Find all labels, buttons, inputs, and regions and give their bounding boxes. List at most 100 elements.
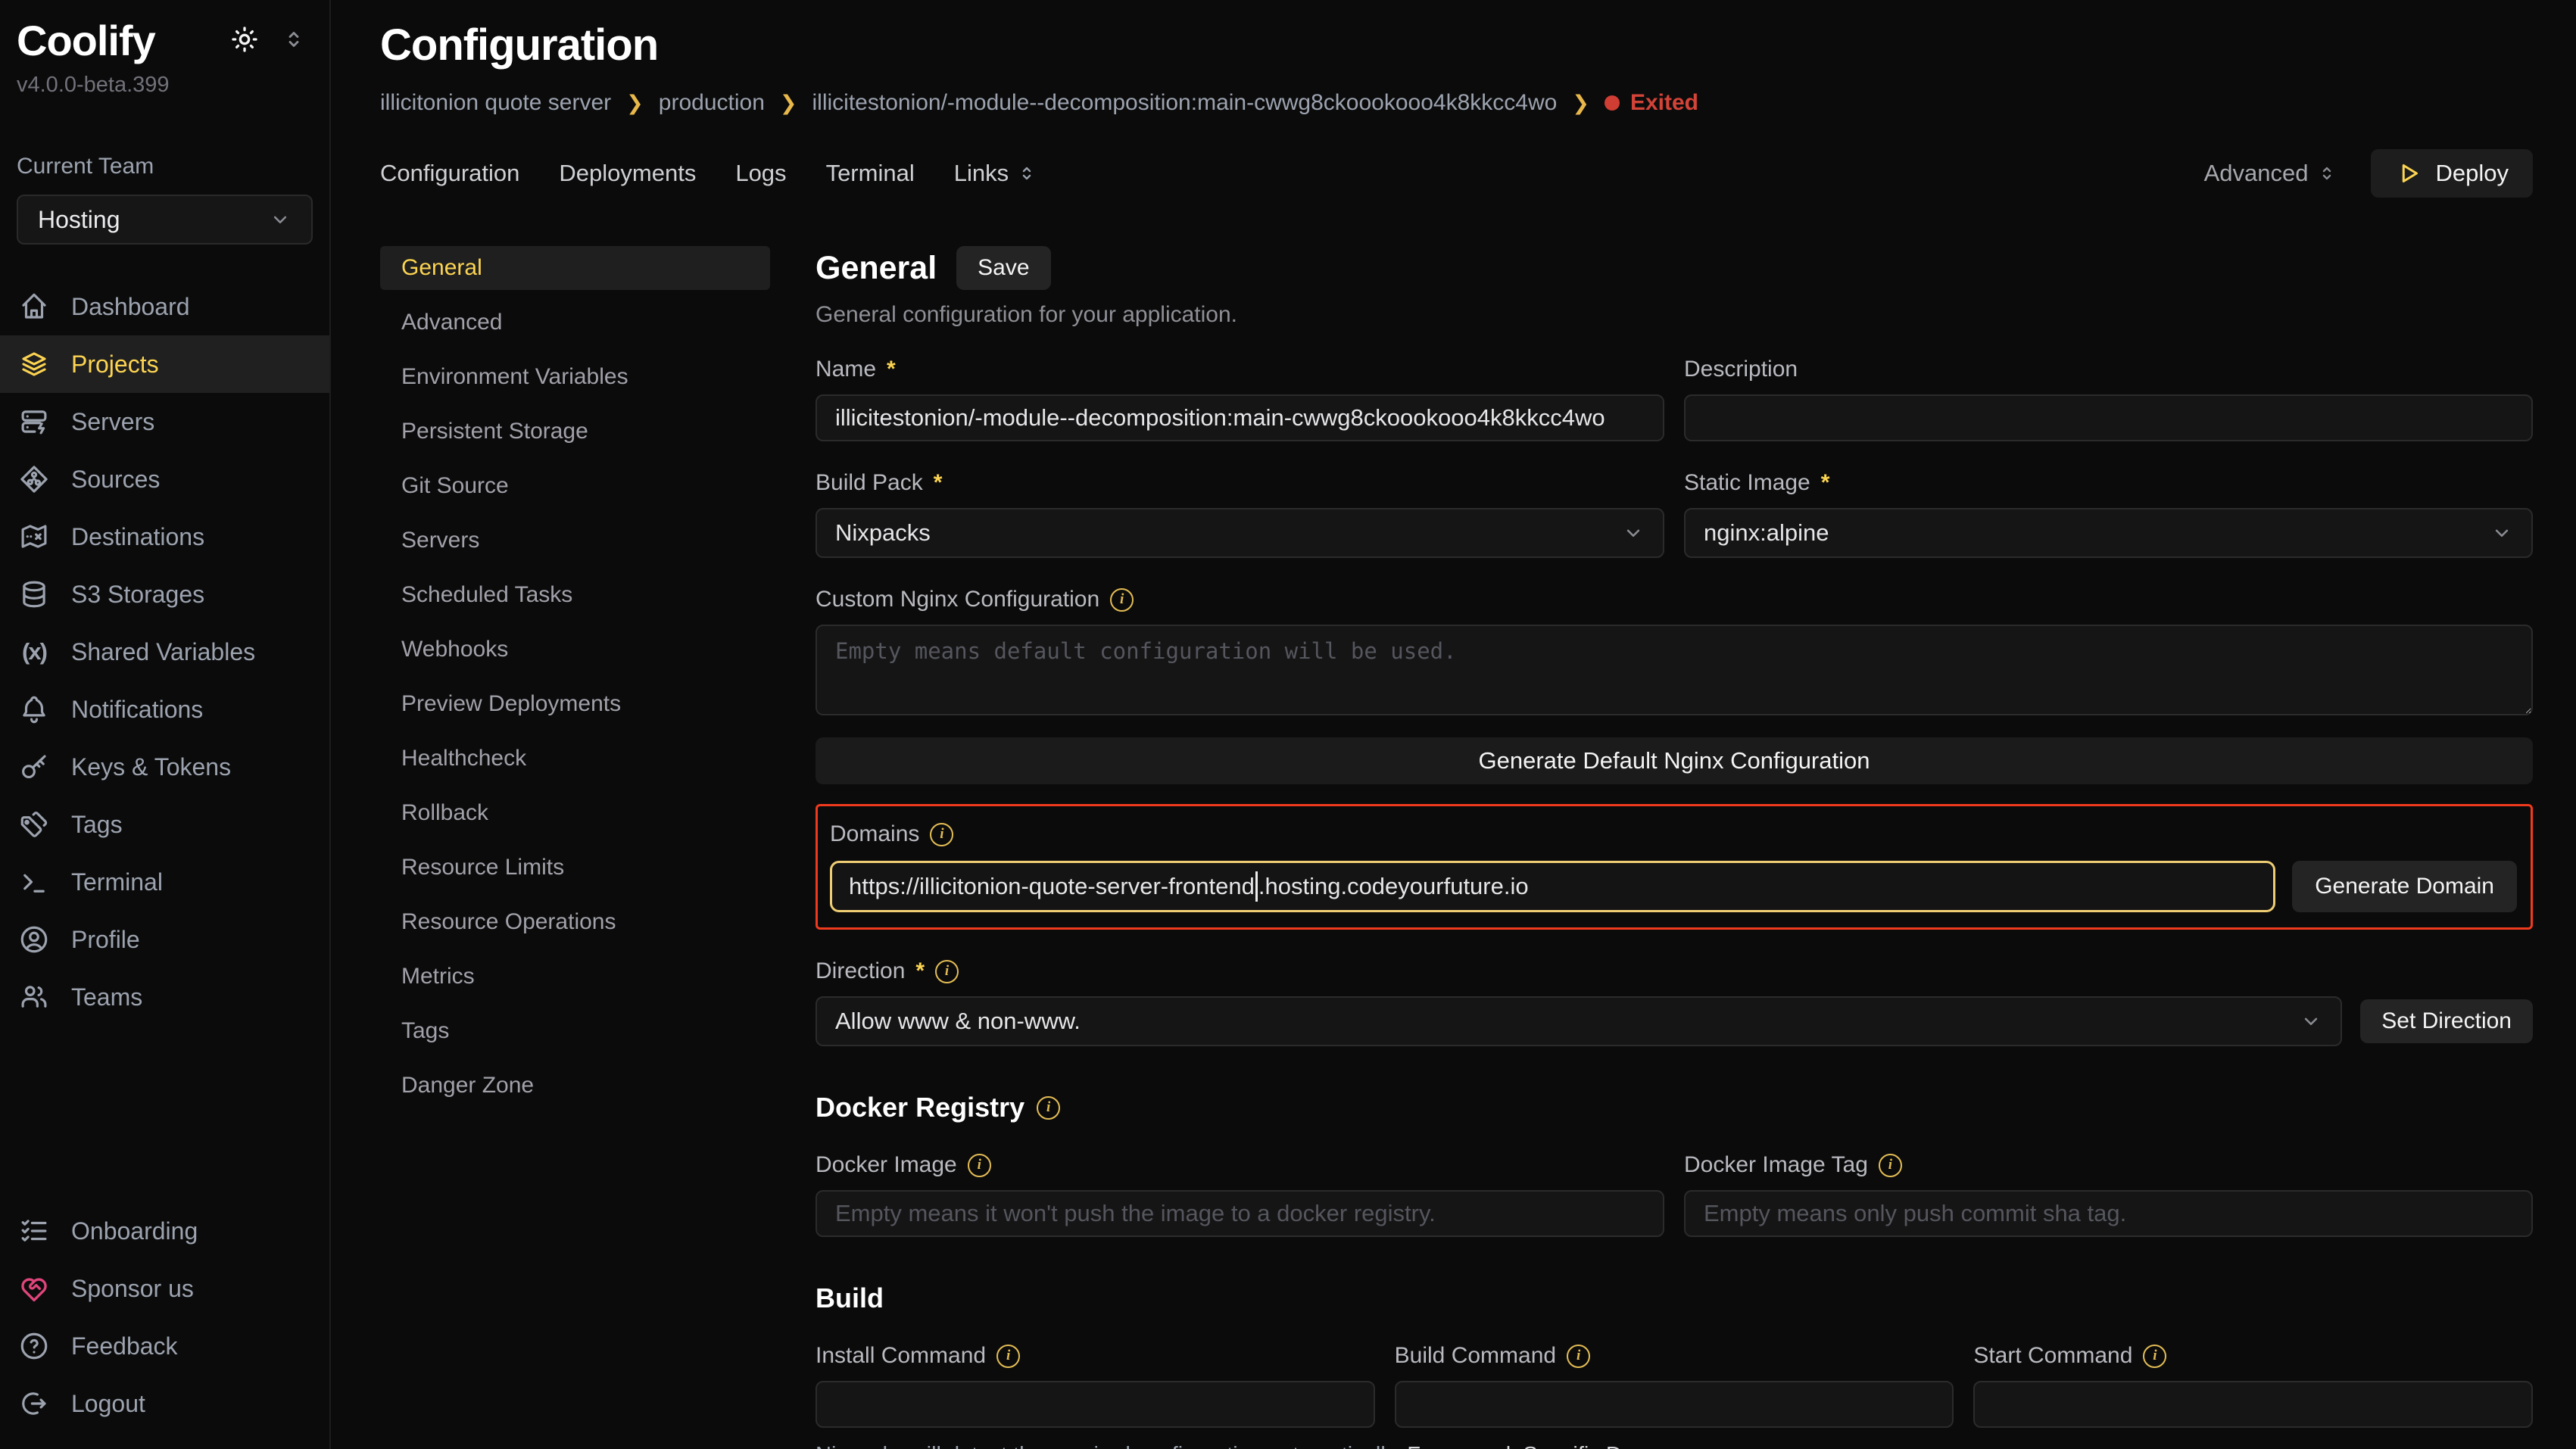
submenu-persistent-storage[interactable]: Persistent Storage [380, 410, 770, 453]
sidebar-item-feedback[interactable]: Feedback [0, 1317, 329, 1375]
chevron-right-icon: ❯ [780, 92, 797, 115]
sidebar-item-dashboard[interactable]: Dashboard [0, 278, 329, 335]
submenu-resource-operations[interactable]: Resource Operations [380, 900, 770, 944]
breadcrumb-environment[interactable]: production [659, 90, 765, 116]
home-icon [18, 291, 50, 323]
tab-deployments[interactable]: Deployments [559, 160, 696, 187]
domains-input[interactable]: https://illicitonion-quote-server-fronte… [830, 861, 2275, 912]
sidebar-item-sources[interactable]: Sources [0, 450, 329, 508]
submenu-webhooks[interactable]: Webhooks [380, 628, 770, 672]
sidebar-item-notifications[interactable]: Notifications [0, 681, 329, 738]
sidebar-item-keys-tokens[interactable]: Keys & Tokens [0, 738, 329, 796]
main-area: Configuration illicitonion quote server … [332, 0, 2576, 1449]
build-pack-select[interactable]: Nixpacks [816, 508, 1664, 558]
info-icon[interactable]: i [1567, 1345, 1590, 1368]
sidebar-item-profile[interactable]: Profile [0, 911, 329, 968]
theme-sun-icon[interactable] [229, 24, 260, 55]
domains-value-pre-caret: https://illicitonion-quote-server-fronte… [849, 873, 1255, 900]
current-team-label: Current Team [17, 154, 329, 179]
framework-docs-link[interactable]: Framework Specific Docs [1407, 1443, 1656, 1449]
checklist-icon [18, 1215, 50, 1247]
sidebar-item-logout[interactable]: Logout [0, 1375, 329, 1432]
direction-row: Allow www & non-www. Set Direction [816, 996, 2533, 1046]
sidebar-item-onboarding[interactable]: Onboarding [0, 1202, 329, 1260]
sidebar-item-sponsor-us[interactable]: Sponsor us [0, 1260, 329, 1317]
info-icon[interactable]: i [996, 1345, 1020, 1368]
install-command-field-group: Install Command i [816, 1314, 1375, 1428]
toolbar: Advanced Deploy [2204, 149, 2533, 198]
deploy-label: Deploy [2436, 160, 2509, 187]
name-input[interactable] [816, 394, 1664, 441]
tab-logs[interactable]: Logs [735, 160, 786, 187]
submenu-git-source[interactable]: Git Source [380, 464, 770, 508]
sidebar-item-shared-variables[interactable]: (x) Shared Variables [0, 623, 329, 681]
breadcrumb-project[interactable]: illicitonion quote server [380, 90, 611, 116]
info-icon[interactable]: i [930, 823, 953, 846]
direction-select[interactable]: Allow www & non-www. [816, 996, 2342, 1046]
chevron-down-icon [2300, 1010, 2322, 1033]
chevron-updown-icon [1016, 163, 1037, 184]
submenu-environment-variables[interactable]: Environment Variables [380, 355, 770, 399]
submenu-healthcheck[interactable]: Healthcheck [380, 737, 770, 781]
sidebar-item-terminal[interactable]: Terminal [0, 853, 329, 911]
tab-links[interactable]: Links [954, 160, 1037, 187]
advanced-menu[interactable]: Advanced [2204, 160, 2337, 187]
sidebar-item-tags[interactable]: Tags [0, 796, 329, 853]
static-image-select[interactable]: nginx:alpine [1684, 508, 2533, 558]
info-icon[interactable]: i [968, 1154, 991, 1177]
submenu-metrics[interactable]: Metrics [380, 955, 770, 999]
submenu-danger-zone[interactable]: Danger Zone [380, 1064, 770, 1108]
sidebar-item-label: S3 Storages [71, 581, 204, 609]
sidebar-item-destinations[interactable]: Destinations [0, 508, 329, 566]
sidebar-item-projects[interactable]: Projects [0, 335, 329, 393]
user-circle-icon [18, 924, 50, 955]
build-command-field-group: Build Command i [1395, 1314, 1954, 1428]
submenu-preview-deployments[interactable]: Preview Deployments [380, 682, 770, 726]
generate-nginx-button[interactable]: Generate Default Nginx Configuration [816, 737, 2533, 784]
install-command-input[interactable] [816, 1381, 1375, 1428]
submenu-rollback[interactable]: Rollback [380, 791, 770, 835]
info-icon[interactable]: i [2143, 1345, 2166, 1368]
nginx-config-textarea[interactable] [816, 625, 2533, 715]
chevron-down-icon [269, 208, 292, 231]
docker-image-tag-input[interactable] [1684, 1190, 2533, 1237]
text-caret [1255, 871, 1258, 902]
theme-selector-updown-icon[interactable] [281, 26, 307, 52]
save-button[interactable]: Save [956, 246, 1050, 290]
deploy-button[interactable]: Deploy [2371, 149, 2534, 198]
page-title: Configuration [380, 20, 2533, 70]
generate-domain-button[interactable]: Generate Domain [2292, 861, 2517, 912]
build-command-input[interactable] [1395, 1381, 1954, 1428]
docker-image-input[interactable] [816, 1190, 1664, 1237]
info-icon[interactable]: i [1879, 1154, 1902, 1177]
description-input[interactable] [1684, 394, 2533, 441]
submenu-advanced[interactable]: Advanced [380, 301, 770, 344]
general-heading: General [816, 250, 937, 287]
sidebar-item-teams[interactable]: Teams [0, 968, 329, 1026]
chevron-updown-icon [2316, 163, 2337, 184]
database-icon [18, 578, 50, 610]
sidebar-item-s3-storages[interactable]: S3 Storages [0, 566, 329, 623]
submenu-servers[interactable]: Servers [380, 519, 770, 562]
domains-value-post-caret: .hosting.codeyourfuture.io [1258, 873, 1529, 900]
info-icon[interactable]: i [1110, 588, 1134, 612]
info-icon[interactable]: i [1037, 1096, 1060, 1120]
set-direction-button[interactable]: Set Direction [2360, 999, 2533, 1043]
terminal-icon [18, 866, 50, 898]
team-select[interactable]: Hosting [17, 195, 313, 245]
submenu-scheduled-tasks[interactable]: Scheduled Tasks [380, 573, 770, 617]
submenu-tags[interactable]: Tags [380, 1009, 770, 1053]
submenu-resource-limits[interactable]: Resource Limits [380, 846, 770, 890]
team-select-value: Hosting [38, 206, 120, 234]
submenu-general[interactable]: General [380, 246, 770, 290]
tab-terminal[interactable]: Terminal [826, 160, 915, 187]
info-icon[interactable]: i [935, 960, 959, 983]
chevron-right-icon: ❯ [1572, 92, 1589, 115]
sidebar-item-servers[interactable]: Servers [0, 393, 329, 450]
sidebar-item-label: Sponsor us [71, 1275, 194, 1303]
tab-configuration[interactable]: Configuration [380, 160, 519, 187]
start-command-input[interactable] [1973, 1381, 2533, 1428]
domains-row: https://illicitonion-quote-server-fronte… [830, 861, 2517, 912]
breadcrumb-application[interactable]: illicitestonion/-module--decomposition:m… [812, 90, 1558, 116]
general-form: General Save General configuration for y… [816, 246, 2533, 1449]
